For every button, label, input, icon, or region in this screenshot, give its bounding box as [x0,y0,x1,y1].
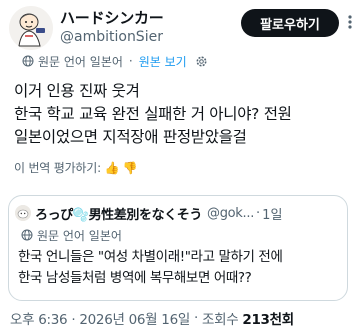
quoted-tweet-body: 한국 언니들은 "여성 차별이래!"라고 말하기 전에 한국 남성들처럼 병역에… [18,247,344,289]
quoted-display-name: ろっぴ🫧男性差別をなくそう [35,207,202,223]
source-language-label: 원문 언어 일본어 [38,54,123,69]
quoted-tweet-header: ろっぴ🫧男性差別をなくそう @gok... · 1일 [15,203,345,223]
gear-icon[interactable] [195,55,208,68]
globe-icon [22,55,34,67]
avatar-illustration-icon [9,6,53,50]
translation-bar: 원문 언어 일본어 · 원본 보기 [22,51,208,71]
quoted-source-language: 원문 언어 일본어 [37,228,122,243]
tweet-header: ハードシンカー @ambitionSier 팔로우하기 [0,0,360,56]
tweet-body: 이거 인용 진짜 웃겨 한국 학교 교육 완전 실패한 거 아니야? 전원 일본… [14,80,350,149]
quoted-handle: @gok... [207,205,255,221]
quoted-line: 한국 남성들처럼 병역에 복무해보면 어때?? [18,270,252,286]
quoted-translation-bar: 원문 언어 일본어 [21,226,122,244]
tweet-meta: 오후 6:36 · 2026년 06월 16일 · 조회수 213천회 [10,307,294,329]
more-dots-icon[interactable] [343,14,357,30]
author-handle[interactable]: @ambitionSier [60,29,163,45]
tweet-line: 이거 인용 진짜 웃겨 [14,82,140,100]
show-original-link[interactable]: 원본 보기 [139,53,187,70]
quoted-line: 한국 언니들은 "여성 차별이래!"라고 말하기 전에 [18,249,283,265]
tweet-line: 일본이었으면 지적장애 판정받았을걸 [14,128,247,146]
author-avatar[interactable] [9,6,53,50]
globe-icon [21,229,33,241]
rate-translation[interactable]: 이 번역 평가하기: 👍 👎 [14,159,138,176]
avatar-icon [15,205,31,221]
separator-dot: · [128,54,133,68]
author-display-name[interactable]: ハードシンカー [60,7,164,28]
quoted-author-avatar [15,205,31,221]
separator-dot: · [193,310,198,326]
follow-button[interactable]: 팔로우하기 [241,9,339,37]
quoted-time: 1일 [262,207,283,223]
views-count: 213천회 [242,312,294,328]
tweet-line: 한국 학교 교육 완전 실패한 거 아니야? 전원 [14,105,292,123]
quoted-tweet[interactable]: ろっぴ🫧男性差別をなくそう @gok... · 1일 원문 언어 일본어 한국 … [8,195,348,301]
separator-dot: · [256,205,261,221]
tweet-timestamp[interactable]: 오후 6:36 · 2026년 06월 16일 [10,308,190,328]
views-label: 조회수 [201,312,239,328]
